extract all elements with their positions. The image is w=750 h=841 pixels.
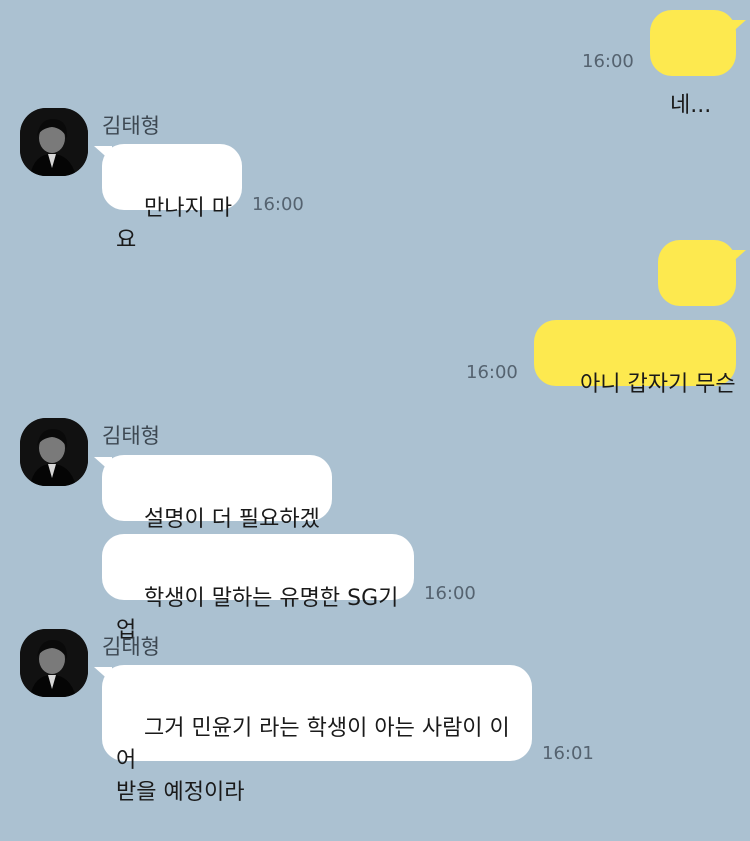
avatar[interactable] <box>20 418 88 486</box>
avatar[interactable] <box>20 108 88 176</box>
profile-photo-avatar <box>20 629 88 697</box>
message-text: 네... <box>670 93 712 118</box>
message-time: 16:00 <box>252 194 304 215</box>
my-message-bubble[interactable]: 네... <box>650 10 736 118</box>
other-message-bubble[interactable]: 학생이 말하는 유명한 SG기업 <box>102 534 414 643</box>
bubble-tail <box>728 250 746 266</box>
my-message-bubble[interactable]: 네? <box>658 240 736 349</box>
message-text: 그거 민윤기 라는 학생이 아는 사람이 이어 받을 예정이라 <box>116 716 510 805</box>
message-time: 16:01 <box>542 743 594 764</box>
message-text: 만나지 마요 <box>116 196 232 253</box>
chat-area: 네... 16:00 김태형 만나지 마요 16:00 네? 아니 갑자기 무슨… <box>0 0 750 805</box>
profile-photo-avatar <box>20 418 88 486</box>
sender-name: 김태형 <box>102 424 160 448</box>
message-time: 16:00 <box>424 583 476 604</box>
sender-name: 김태형 <box>102 114 160 138</box>
other-message-bubble[interactable]: 그거 민윤기 라는 학생이 아는 사람이 이어 받을 예정이라 <box>102 665 532 805</box>
avatar[interactable] <box>20 629 88 697</box>
other-message-bubble[interactable]: 만나지 마요 <box>102 144 242 253</box>
my-message-bubble[interactable]: 아니 갑자기 무슨 <box>534 320 736 397</box>
profile-photo-avatar <box>20 108 88 176</box>
other-message-bubble[interactable]: 설명이 더 필요하겠네 <box>102 455 332 564</box>
message-time: 16:00 <box>582 51 634 72</box>
sender-name: 김태형 <box>102 635 160 659</box>
message-text: 아니 갑자기 무슨 <box>579 372 736 397</box>
bubble-tail <box>728 20 746 36</box>
message-time: 16:00 <box>466 362 518 383</box>
